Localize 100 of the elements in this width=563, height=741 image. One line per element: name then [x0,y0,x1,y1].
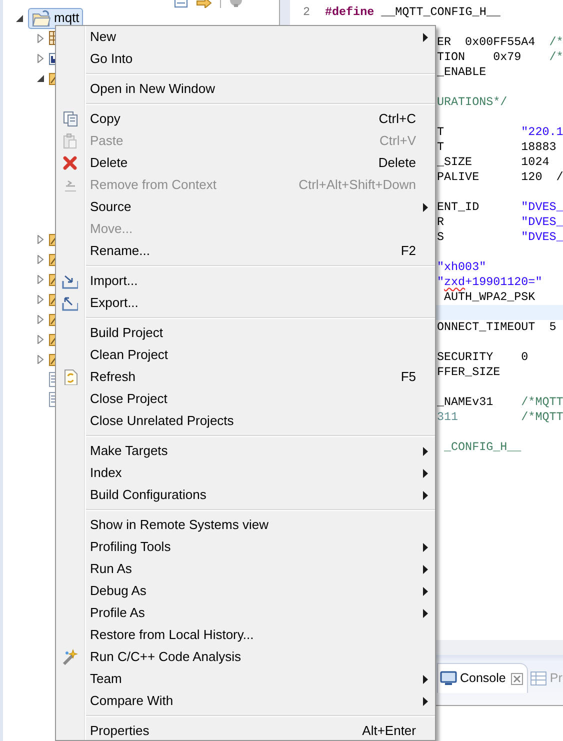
menu-item[interactable]: Export... [56,292,435,314]
code-string: " [437,275,444,289]
code-text: ENT_ID [437,200,480,214]
menu-item[interactable]: Make Targets [56,440,435,462]
menu-item[interactable]: Profiling Tools [56,536,435,558]
expand-arrow-icon[interactable] [36,54,45,62]
shortcut-text: Delete [378,154,416,172]
code-string: "DVES_ [521,200,563,214]
code-text: _NAMEv31 [437,395,494,409]
menu-item[interactable]: Import... [56,270,435,292]
export-icon [62,295,78,311]
monitor-icon [440,671,457,686]
collapse-arrow-icon[interactable] [36,74,45,82]
menu-item[interactable]: Profile As [56,602,435,624]
clipboard-icon [62,133,78,149]
menu-item[interactable]: Show in Remote Systems view [56,514,435,536]
menu-item[interactable]: Properties Alt+Enter [56,720,435,740]
code-comment: URATIONS*/ [437,95,508,109]
expand-arrow-icon[interactable] [36,234,45,244]
menu-item[interactable]: Compare With [56,690,435,712]
menu-item[interactable]: Close Unrelated Projects [56,410,435,432]
document-icon[interactable] [174,0,188,8]
submenu-arrow-icon [423,446,428,456]
expand-arrow-icon[interactable] [36,294,45,304]
line-number: 2 [302,5,311,20]
menu-item[interactable]: Close Project [56,388,435,410]
menu-item[interactable]: Open in New Window [56,78,435,100]
code-text: _SIZE 1024 [437,155,550,169]
collapse-arrow-icon[interactable] [15,14,24,22]
submenu-arrow-icon [423,586,428,596]
code-string: "xh003" [437,260,486,274]
shortcut-text: Ctrl+V [380,132,416,150]
code-text: _ENABLE [437,65,486,79]
menu-item[interactable]: Delete Delete [56,152,435,174]
submenu-arrow-icon [423,202,428,212]
magic-wand-icon [62,649,78,665]
expand-arrow-icon[interactable] [36,274,45,284]
shortcut-text: F5 [400,368,416,386]
menu-item[interactable]: Build Configurations [56,484,435,506]
menu-item[interactable]: Index [56,462,435,484]
code-text: FFER_SIZE [437,365,500,379]
code-comment: /* [549,50,563,64]
code-text: #define [325,5,374,20]
code-text: ONNECT_TIMEOUT 5 [437,320,556,334]
code-text: S [437,230,446,244]
arrow-icon[interactable] [196,0,212,8]
code-text: T 18883 [437,140,556,154]
submenu-arrow-icon [423,696,428,706]
code-text: SECURITY 0 [437,350,528,364]
code-comment: /*MQTT [520,410,563,424]
code-comment: /*MQTT [521,395,563,409]
copy-icon [62,111,78,127]
code-text: T [437,125,446,139]
submenu-arrow-icon [423,490,428,500]
menu-item[interactable]: Restore from Local History... [56,624,435,646]
menu-item[interactable]: Copy Ctrl+C [56,108,435,130]
delete-icon [62,155,78,171]
expand-arrow-icon[interactable] [36,314,45,324]
menu-item[interactable]: Build Project [56,322,435,344]
code-text: __MQTT_CONFIG_H__ [380,5,500,20]
code-text: TION 0x79 [437,50,522,64]
code-text: ER 0x00FF55A4 [437,35,536,49]
code-string: "220.1 [521,125,563,139]
shortcut-text: Ctrl+Alt+Shift+Down [298,176,416,194]
menu-item[interactable]: Source [56,196,435,218]
code-string: "DVES_ [521,215,563,229]
menu-item[interactable]: Refresh F5 [56,366,435,388]
menu-item[interactable]: New [56,26,435,48]
expand-arrow-icon[interactable] [36,34,45,42]
code-text: R [437,215,446,229]
shortcut-text: Ctrl+C [378,110,416,128]
menu-item[interactable]: Run C/C++ Code Analysis [56,646,435,668]
menu-item[interactable]: Rename... F2 [56,240,435,262]
code-text: 311 [437,410,458,424]
code-text: PALIVE 120 / [437,170,563,184]
expand-arrow-icon[interactable] [36,254,45,264]
console-tab[interactable]: Console [437,663,528,693]
shortcut-text: F2 [400,242,416,260]
code-comment: _CONFIG_H__ [443,440,522,454]
menu-item[interactable]: Debug As [56,580,435,602]
menu-item[interactable]: Clean Project [56,344,435,366]
submenu-arrow-icon [423,542,428,552]
expand-arrow-icon[interactable] [36,354,45,364]
refresh-icon [62,369,78,385]
expand-arrow-icon[interactable] [36,334,45,344]
submenu-arrow-icon [423,608,428,618]
code-comment: /* [549,35,563,49]
close-icon[interactable] [510,672,523,684]
submenu-arrow-icon [423,32,428,42]
code-text: AUTH_WPA2_PSK [443,290,536,304]
cog-icon[interactable] [229,0,243,8]
menu-item[interactable]: Team [56,668,435,690]
import-icon [62,273,78,289]
menu-item[interactable]: Go Into [56,48,435,70]
submenu-arrow-icon [423,564,428,574]
code-string: +19901120=" [465,275,542,289]
tree-item[interactable]: mqtt [28,8,84,28]
shortcut-text: Alt+Enter [362,722,416,740]
menu-item[interactable]: Run As [56,558,435,580]
code-string: zxd [444,275,466,289]
